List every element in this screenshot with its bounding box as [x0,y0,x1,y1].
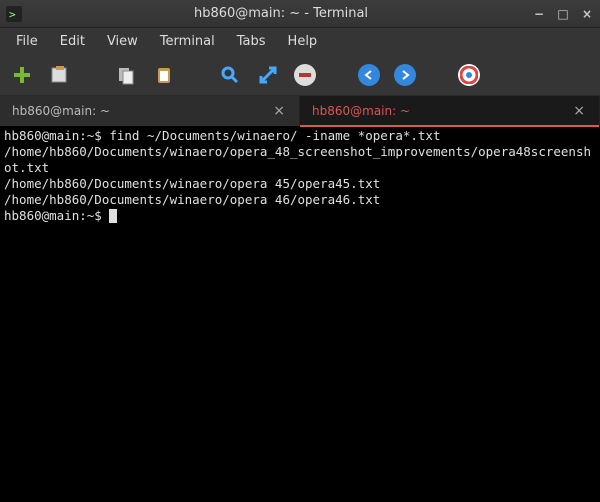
search-icon[interactable] [218,63,242,87]
terminal-tab[interactable]: hb860@main: ~× [0,96,300,126]
minimize-button[interactable]: − [532,7,546,21]
shell-prompt: hb860@main:~$ [4,128,109,143]
shell-prompt: hb860@main:~$ [4,208,109,223]
new-tab-icon[interactable] [10,63,34,87]
output-line: /home/hb860/Documents/winaero/opera 45/o… [4,176,380,191]
menu-tabs[interactable]: Tabs [227,31,276,52]
menu-terminal[interactable]: Terminal [150,31,225,52]
maximize-button[interactable]: □ [556,7,570,21]
menu-file[interactable]: File [6,31,48,52]
preferences-icon[interactable] [294,64,316,86]
help-icon[interactable] [458,64,480,86]
menu-help[interactable]: Help [278,31,328,52]
output-line: /home/hb860/Documents/winaero/opera 46/o… [4,192,380,207]
terminal-tab[interactable]: hb860@main: ~× [300,96,600,126]
tab-close-icon[interactable]: × [271,103,287,119]
fullscreen-icon[interactable] [256,63,280,87]
menubar: FileEditViewTerminalTabsHelp [0,28,600,54]
terminal-output[interactable]: hb860@main:~$ find ~/Documents/winaero/ … [0,126,600,502]
terminal-app-icon: > [6,6,22,22]
tab-label: hb860@main: ~ [12,104,271,118]
window-title: hb860@main: ~ - Terminal [30,6,532,21]
back-icon[interactable] [358,64,380,86]
tabbar: hb860@main: ~×hb860@main: ~× [0,96,600,126]
tab-close-icon[interactable]: × [571,103,587,119]
paste-icon[interactable] [152,63,176,87]
close-button[interactable]: × [580,7,594,21]
cursor [109,209,117,223]
svg-text:>: > [9,8,16,21]
forward-icon[interactable] [394,64,416,86]
menu-edit[interactable]: Edit [50,31,95,52]
shell-command: find ~/Documents/winaero/ -iname *opera*… [109,128,440,143]
new-window-icon[interactable] [48,63,72,87]
copy-icon[interactable] [114,63,138,87]
menu-view[interactable]: View [97,31,148,52]
output-line: /home/hb860/Documents/winaero/opera_48_s… [4,144,591,175]
titlebar: > hb860@main: ~ - Terminal − □ × [0,0,600,28]
tab-label: hb860@main: ~ [312,104,571,118]
toolbar [0,54,600,96]
